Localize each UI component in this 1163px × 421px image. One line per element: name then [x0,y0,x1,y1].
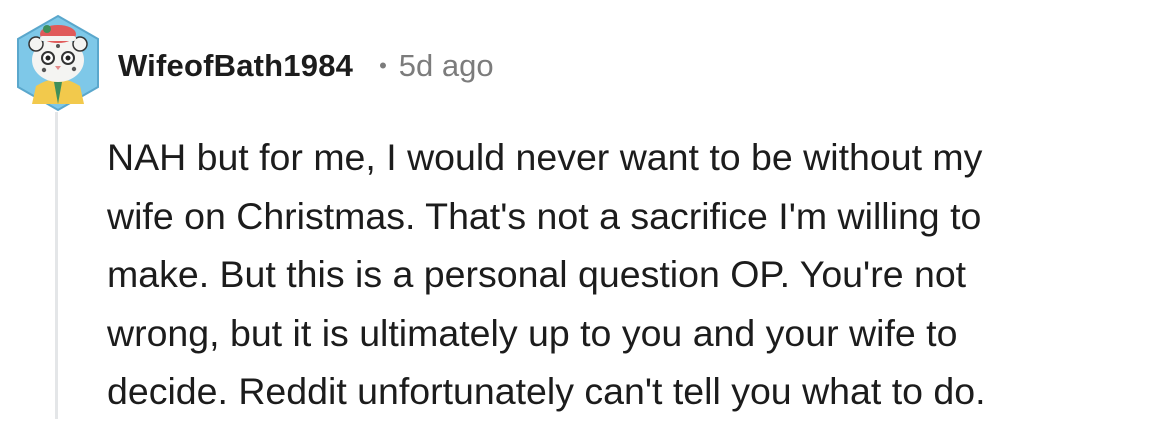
separator-dot: • [379,53,387,78]
comment: WifeofBath1984 • 5d ago NAH but for me, … [0,0,1163,419]
timestamp[interactable]: 5d ago [399,48,494,84]
comment-body-line: make. But this is a personal question OP… [107,253,967,295]
comment-body-line: decide. Reddit unfortunately can't tell … [107,370,986,412]
comment-body-line: wrong, but it is ultimately up to you an… [107,311,958,354]
username-link[interactable]: WifeofBath1984 [118,48,353,84]
snow-leopard-avatar-icon[interactable] [14,12,102,114]
comment-body-line: wife on Christmas. That's not a sacrific… [107,194,982,237]
thread-line[interactable] [55,112,58,419]
comment-header: WifeofBath1984 • 5d ago [118,44,494,88]
comment-body-line: NAH but for me, I would never want to be… [107,136,983,178]
comment-body: NAH but for me, I would never want to be… [107,128,1157,421]
